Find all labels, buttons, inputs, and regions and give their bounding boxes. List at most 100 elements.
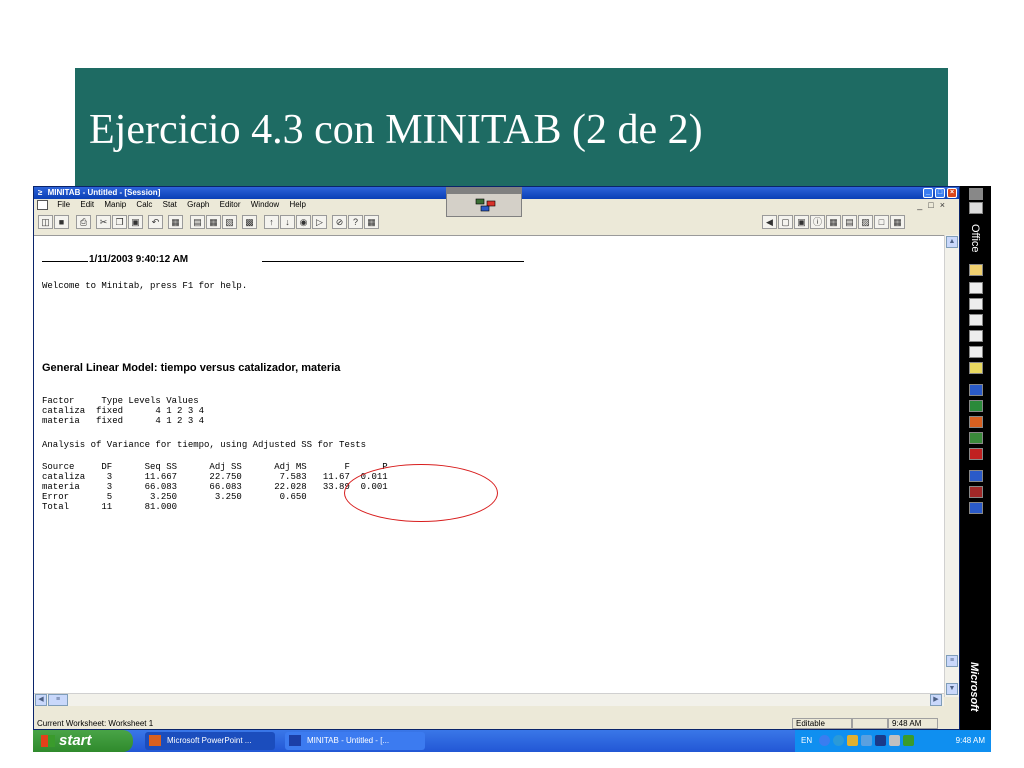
maximize-button[interactable]: □ bbox=[935, 188, 945, 198]
vertical-scrollbar[interactable]: ▲ ≡ ▼ bbox=[944, 235, 959, 697]
print-icon[interactable]: ⎙ bbox=[76, 215, 91, 229]
menu-file[interactable]: File bbox=[53, 199, 74, 211]
new-office-document-icon[interactable] bbox=[969, 264, 983, 276]
find-icon[interactable]: ◉ bbox=[296, 215, 311, 229]
minitab-task-icon bbox=[289, 735, 301, 746]
columns-icon[interactable]: ▦ bbox=[890, 215, 905, 229]
excel-icon[interactable] bbox=[969, 400, 983, 412]
show-info-circle-icon[interactable]: ⓘ bbox=[810, 215, 825, 229]
tray-back-icon[interactable] bbox=[819, 735, 830, 746]
cut-icon[interactable]: ✂ bbox=[96, 215, 111, 229]
show-history-icon[interactable]: ▦ bbox=[826, 215, 841, 229]
floating-toolbar[interactable] bbox=[446, 187, 522, 217]
powerpoint-icon[interactable] bbox=[969, 416, 983, 428]
session-window-button-icon[interactable]: ▤ bbox=[190, 215, 205, 229]
book-icon[interactable] bbox=[969, 486, 983, 498]
menu-edit[interactable]: Edit bbox=[76, 199, 98, 211]
new-contact-icon[interactable] bbox=[969, 330, 983, 342]
powerpoint-task-icon bbox=[149, 735, 161, 746]
new-note-icon[interactable] bbox=[969, 362, 983, 374]
minimize-button[interactable]: _ bbox=[923, 188, 933, 198]
task-powerpoint-label: Microsoft PowerPoint ... bbox=[167, 736, 252, 745]
cancel-icon[interactable]: ⊘ bbox=[332, 215, 347, 229]
show-info-icon[interactable]: ▣ bbox=[794, 215, 809, 229]
windows-flag-icon bbox=[41, 735, 55, 748]
status-blank-cell bbox=[852, 718, 888, 729]
mdi-window-controls[interactable]: _□× bbox=[917, 199, 951, 211]
word-icon[interactable] bbox=[969, 384, 983, 396]
show-graphs-icon[interactable]: ▢ bbox=[778, 215, 793, 229]
task-powerpoint[interactable]: Microsoft PowerPoint ... bbox=[145, 732, 275, 750]
session-window[interactable]: 1/11/2003 9:40:12 AM Welcome to Minitab,… bbox=[34, 235, 944, 694]
anova-table: Source DF Seq SS Adj SS Adj MS F P catal… bbox=[42, 462, 388, 512]
previous-command-icon[interactable]: ↑ bbox=[264, 215, 279, 229]
next-command-icon[interactable]: ↓ bbox=[280, 215, 295, 229]
minitab-logo-icon: ≥ bbox=[38, 188, 43, 197]
office-folder-icon[interactable] bbox=[969, 202, 983, 214]
save-icon[interactable]: ■ bbox=[54, 215, 69, 229]
floating-toolbar-titlebar[interactable] bbox=[447, 188, 521, 194]
tray-speaker-icon[interactable] bbox=[889, 735, 900, 746]
scroll-down-icon[interactable]: ▼ bbox=[946, 683, 958, 695]
task-minitab-label: MINITAB - Untitled - [... bbox=[307, 736, 390, 745]
publisher-icon[interactable] bbox=[969, 432, 983, 444]
factor-table: Factor Type Levels Values cataliza fixed… bbox=[42, 396, 205, 426]
tray-security-icon[interactable] bbox=[847, 735, 858, 746]
session-window-icon[interactable] bbox=[37, 199, 48, 210]
open-project-icon[interactable]: ◫ bbox=[38, 215, 53, 229]
new-journal-icon[interactable] bbox=[969, 346, 983, 358]
horizontal-scrollbar[interactable]: ◀ ≡ ▶ bbox=[34, 693, 944, 706]
design-icon[interactable]: □ bbox=[874, 215, 889, 229]
taskbar: start Microsoft PowerPoint ... MINITAB -… bbox=[33, 730, 991, 752]
menu-editor[interactable]: Editor bbox=[216, 199, 245, 211]
report-pad-icon[interactable]: ▤ bbox=[842, 215, 857, 229]
data-window-icon[interactable]: ▦ bbox=[206, 215, 221, 229]
scroll-up-icon[interactable]: ▲ bbox=[946, 236, 958, 248]
access-icon[interactable] bbox=[969, 448, 983, 460]
slide-title: Ejercicio 4.3 con MINITAB (2 de 2) bbox=[89, 107, 703, 153]
tray-sync-icon[interactable] bbox=[861, 735, 872, 746]
window-title: MINITAB - Untitled - [Session] bbox=[47, 188, 161, 197]
close-button[interactable]: × bbox=[947, 188, 957, 198]
tray-display-icon[interactable] bbox=[875, 735, 886, 746]
last-dialog-icon[interactable]: ▦ bbox=[168, 215, 183, 229]
scroll-thumb[interactable]: ≡ bbox=[946, 655, 958, 667]
menu-graph[interactable]: Graph bbox=[183, 199, 213, 211]
show-worksheets-icon[interactable]: ◀ bbox=[762, 215, 777, 229]
menu-window[interactable]: Window bbox=[247, 199, 283, 211]
task-minitab[interactable]: MINITAB - Untitled - [... bbox=[285, 732, 425, 750]
menu-manip[interactable]: Manip bbox=[100, 199, 130, 211]
scroll-right-icon[interactable]: ▶ bbox=[930, 694, 942, 706]
structure-icon[interactable] bbox=[475, 198, 497, 212]
minitab-shortcut-icon[interactable] bbox=[969, 502, 983, 514]
office-menu-icon[interactable] bbox=[969, 188, 983, 200]
new-task-icon[interactable] bbox=[969, 314, 983, 326]
office-shortcut-bar: Office Microsoft bbox=[960, 186, 991, 730]
history-window-icon[interactable]: ▧ bbox=[222, 215, 237, 229]
paste-icon[interactable]: ▣ bbox=[128, 215, 143, 229]
undo-icon[interactable]: ↶ bbox=[148, 215, 163, 229]
close-graphs-icon[interactable]: ▩ bbox=[242, 215, 257, 229]
timestamp-rule-left bbox=[42, 261, 88, 262]
related-documents-icon[interactable]: ▨ bbox=[858, 215, 873, 229]
anova-title: Analysis of Variance for tiempo, using A… bbox=[42, 440, 367, 450]
copy-icon[interactable]: ❐ bbox=[112, 215, 127, 229]
new-message-icon[interactable] bbox=[969, 282, 983, 294]
project-manager-icon[interactable]: ▦ bbox=[364, 215, 379, 229]
scroll-left-icon[interactable]: ◀ bbox=[35, 694, 47, 706]
menu-help[interactable]: Help bbox=[285, 199, 309, 211]
start-button[interactable]: start bbox=[33, 730, 133, 752]
menu-stat[interactable]: Stat bbox=[159, 199, 181, 211]
help-icon[interactable]: ? bbox=[348, 215, 363, 229]
tray-update-icon[interactable] bbox=[903, 735, 914, 746]
language-indicator[interactable]: EN bbox=[801, 730, 812, 752]
tray-network-icon[interactable] bbox=[833, 735, 844, 746]
hscroll-thumb[interactable]: ≡ bbox=[48, 694, 68, 706]
outlook-icon[interactable] bbox=[969, 470, 983, 482]
taskbar-clock: 9:48 AM bbox=[955, 736, 985, 745]
timestamp-rule-right bbox=[262, 261, 524, 262]
stat-guide-icon[interactable]: ▷ bbox=[312, 215, 327, 229]
session-timestamp: 1/11/2003 9:40:12 AM bbox=[89, 254, 189, 265]
menu-calc[interactable]: Calc bbox=[132, 199, 156, 211]
new-appointment-icon[interactable] bbox=[969, 298, 983, 310]
